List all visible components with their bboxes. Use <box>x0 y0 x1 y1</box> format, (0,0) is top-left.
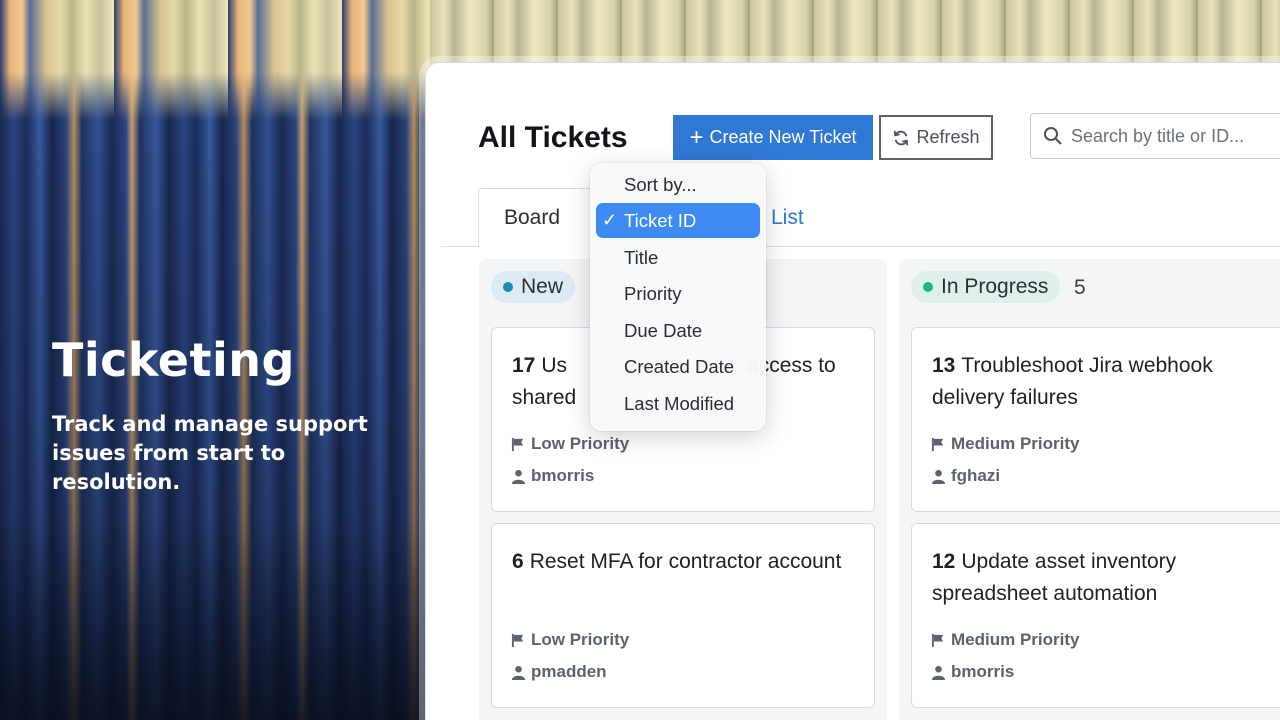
flag-icon <box>931 437 944 451</box>
search-icon <box>1044 127 1062 145</box>
create-ticket-button[interactable]: + Create New Ticket <box>673 115 873 160</box>
ticket-id: 6 <box>512 550 524 573</box>
flag-icon <box>511 437 524 451</box>
hero-subtitle: Track and manage support issues from sta… <box>52 412 368 494</box>
column-count: 5 <box>1074 276 1086 299</box>
ticket-assignee: pmadden <box>511 662 607 682</box>
ticket-assignee: bmorris <box>511 466 594 486</box>
user-icon <box>511 469 526 484</box>
status-badge-in-progress: In Progress <box>911 271 1061 303</box>
refresh-icon <box>894 130 909 145</box>
sort-option-ticket-id[interactable]: ✓ Ticket ID <box>596 203 760 238</box>
ticket-card[interactable]: 13 Troubleshoot Jira webhook delivery fai… <box>911 327 1280 512</box>
sort-option-title[interactable]: Title <box>596 240 760 275</box>
ticket-id: 17 <box>512 354 536 377</box>
status-label: New <box>521 275 564 298</box>
sort-menu-header: Sort by... <box>624 173 697 195</box>
status-badge-new: New <box>491 271 576 303</box>
status-label: In Progress <box>941 275 1049 298</box>
ticket-priority: Medium Priority <box>931 630 1079 650</box>
background-art-top-right <box>430 0 1280 70</box>
ticket-assignee: fghazi <box>931 466 1000 486</box>
app-content: All Tickets + Create New Ticket Refresh … <box>442 63 1280 720</box>
tab-board-label: Board <box>504 206 561 229</box>
ticket-priority: Medium Priority <box>931 434 1079 454</box>
app-window: All Tickets + Create New Ticket Refresh … <box>425 62 1280 720</box>
sort-option-created-date[interactable]: Created Date <box>596 349 760 384</box>
create-ticket-label: Create New Ticket <box>709 127 857 147</box>
ticket-title: 6 Reset MFA for contractor account <box>512 550 842 573</box>
status-dot-icon <box>503 282 513 292</box>
sort-option-due-date[interactable]: Due Date <box>596 313 760 348</box>
user-icon <box>511 665 526 680</box>
tab-list[interactable]: List <box>771 206 804 230</box>
ticket-assignee: bmorris <box>931 662 1014 682</box>
ticket-title: 12 Update asset inventory spreadsheet aut… <box>932 550 1177 605</box>
search-input[interactable] <box>1071 125 1280 147</box>
ticket-title: 13 Troubleshoot Jira webhook delivery fai… <box>932 354 1213 409</box>
background-shade <box>0 520 430 720</box>
sort-option-last-modified[interactable]: Last Modified <box>596 386 760 421</box>
refresh-label: Refresh <box>916 127 980 147</box>
ticket-priority: Low Priority <box>511 434 629 454</box>
user-icon <box>931 665 946 680</box>
sort-dropdown-menu: Sort by... ✓ Ticket ID Title Priority Du… <box>590 163 766 431</box>
flag-icon <box>511 633 524 647</box>
search-box[interactable] <box>1030 113 1280 159</box>
user-icon <box>931 469 946 484</box>
page-title: All Tickets <box>478 121 628 154</box>
ticket-id: 13 <box>932 354 956 377</box>
column-in-progress: In Progress 5 13 Troubleshoot Jira webhoo… <box>899 259 1280 720</box>
ticket-card[interactable]: 12 Update asset inventory spreadsheet aut… <box>911 523 1280 708</box>
refresh-button[interactable]: Refresh <box>879 115 993 160</box>
ticket-priority: Low Priority <box>511 630 629 650</box>
status-dot-icon <box>923 282 933 292</box>
plus-icon: + <box>689 123 704 151</box>
ticket-id: 12 <box>932 550 956 573</box>
ticket-card[interactable]: 6 Reset MFA for contractor account Low Pr… <box>491 523 875 708</box>
flag-icon <box>931 633 944 647</box>
hero-title: Ticketing <box>52 333 295 387</box>
checkmark-icon: ✓ <box>602 210 618 230</box>
sort-option-priority[interactable]: Priority <box>596 276 760 311</box>
